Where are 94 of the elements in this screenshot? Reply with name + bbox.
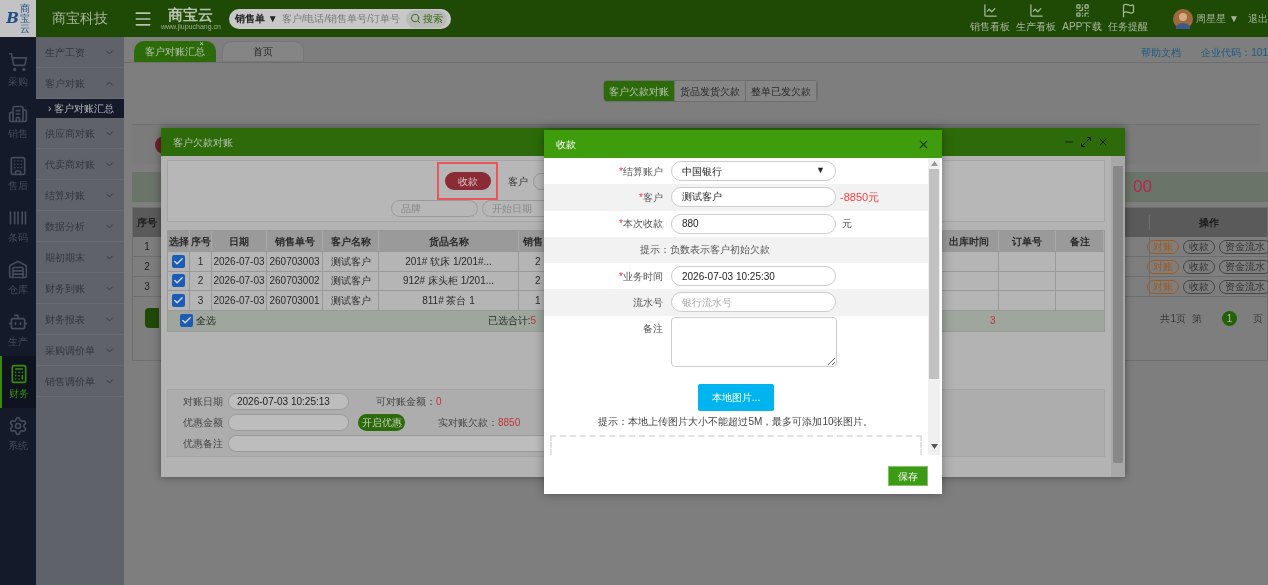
table-cell-text: 2 [143,260,151,274]
text-field[interactable]: 880 [671,213,836,234]
scroll-up-icon[interactable] [930,161,938,166]
checkbox[interactable] [172,274,185,288]
cart-icon [8,51,28,72]
dialog-title: 收款 [556,137,576,152]
scroll-down-icon[interactable] [930,444,938,449]
save-button[interactable]: 保存 [888,466,928,486]
toolbar-button[interactable]: 生产看板 [1013,3,1060,34]
table-cell: 2026-07-03 [212,252,267,271]
table-cell: 测试客户 [323,291,379,310]
chart-icon [982,3,998,18]
segment-tab[interactable]: 货品发货欠款 [674,81,746,101]
settings-icon [8,415,28,436]
table-cell-text: 3 [143,280,151,294]
text-field[interactable]: 银行流水号 [671,292,836,313]
field-label: 优惠金额 [182,416,223,430]
dialog-title: 客户欠款对账 [173,135,233,150]
logo-text: 商宝云 [168,6,214,23]
checkbox[interactable] [180,314,193,327]
header-link[interactable]: 企业代码：101 [1201,45,1268,60]
field-label: *客户 [638,190,663,205]
checkbox[interactable] [172,254,185,268]
field-label: 对账日期 [182,395,223,409]
table-cell: 260703001 [267,291,323,310]
collect-button[interactable]: 收款 [444,172,491,190]
upload-button[interactable]: 本地图片... [698,384,774,412]
qr-code-icon [1074,3,1090,18]
discount-field[interactable] [228,414,349,431]
remark-field[interactable] [671,316,837,367]
header-link[interactable]: 帮助文档 [1141,45,1182,60]
total-count: 3 [990,315,996,326]
tab[interactable]: 客户对账汇总 × [134,41,216,62]
toolbar-button[interactable]: APP下载 [1059,3,1106,34]
due-amount: 实对账欠款：8850 [438,416,521,430]
available-amount: 可对账金额：0 [376,395,442,409]
close-icon[interactable] [1097,136,1109,148]
nav-item[interactable]: 财务 [0,356,36,408]
upload-hint: 提示：本地上传图片大小不能超过5M，最多可添加10张图片。 [597,415,875,430]
search-field[interactable]: 销售单 ▼ 客户/电话/销售单号/订单号 搜索 [228,8,451,29]
text-field[interactable]: 2026-07-03 10:25:30 [671,266,836,287]
checkbox[interactable] [172,293,185,307]
field-label: *业务时间 [618,269,663,284]
select-all-label[interactable]: 全选 [196,313,216,328]
chart-icon [1028,3,1044,18]
maximize-icon[interactable] [1080,136,1092,148]
type-select[interactable]: 销售单 ▼ [234,11,278,26]
field-suffix: 元 [842,217,852,232]
search-icon [409,13,421,24]
flag-icon [1120,3,1136,18]
date-field[interactable]: 2026-07-03 10:25:13 [228,393,349,410]
table-cell: 811# 茶台 1 [379,291,519,310]
table-cell-text: 1 [143,240,151,254]
building-icon [8,103,28,124]
field-label: 流水号 [632,295,663,310]
field-label: 优惠备注 [182,437,223,451]
building-icon [8,155,28,176]
table-cell: 测试客户 [323,252,379,271]
logout-link[interactable]: 退出 [1248,11,1268,26]
selected-total: 已选合计:5 [487,314,536,328]
scroll-thumb[interactable] [1113,166,1123,463]
table-cell: 2026-07-03 [212,291,267,310]
text-field[interactable]: 测试客户 [671,187,836,208]
table-cell: 3 [190,291,212,310]
column-header: 序号 [136,216,158,230]
page-suffix: 页 [1253,311,1263,326]
page-number[interactable]: 1 [1222,310,1237,326]
field-label: *结算账户 [618,164,663,179]
brand-name: 商宝科技 [51,9,109,28]
segment-tab[interactable]: 整单已发欠款 [745,81,817,101]
avatar-icon [1173,8,1194,29]
toolbar-button[interactable]: 销售看板 [967,3,1014,34]
partial-button[interactable] [145,308,159,328]
page-prefix: 第 [1192,311,1202,326]
column-header: 操作 [1149,215,1267,230]
tab[interactable]: 首页 [222,41,304,62]
calculator-icon [9,363,29,384]
toolbar-button[interactable]: 任务提醒 [1105,3,1152,34]
table-cell: 201# 软床 1/201#... [379,252,519,271]
field-suffix: -8850元 [840,190,880,206]
summary-amount: 00 [1133,176,1152,199]
scroll-thumb[interactable] [929,169,939,379]
table-cell: 260703003 [267,252,323,271]
discount-button[interactable]: 开启优惠 [358,414,405,431]
field-label: 客户 [508,174,528,189]
warehouse-icon [8,259,28,280]
user-name[interactable]: 周星星 ▼ [1196,11,1239,26]
table-cell: 1 [190,252,212,271]
field-label: 备注 [642,321,663,336]
search-button[interactable]: 搜索 [405,9,447,28]
page-total: 共1页 [1160,311,1186,326]
submenu-subitem[interactable]: › 客户对账汇总 [36,99,124,118]
field-label: *本次收款 [618,217,663,232]
segment-tab[interactable]: 客户欠款对账 [603,81,675,101]
